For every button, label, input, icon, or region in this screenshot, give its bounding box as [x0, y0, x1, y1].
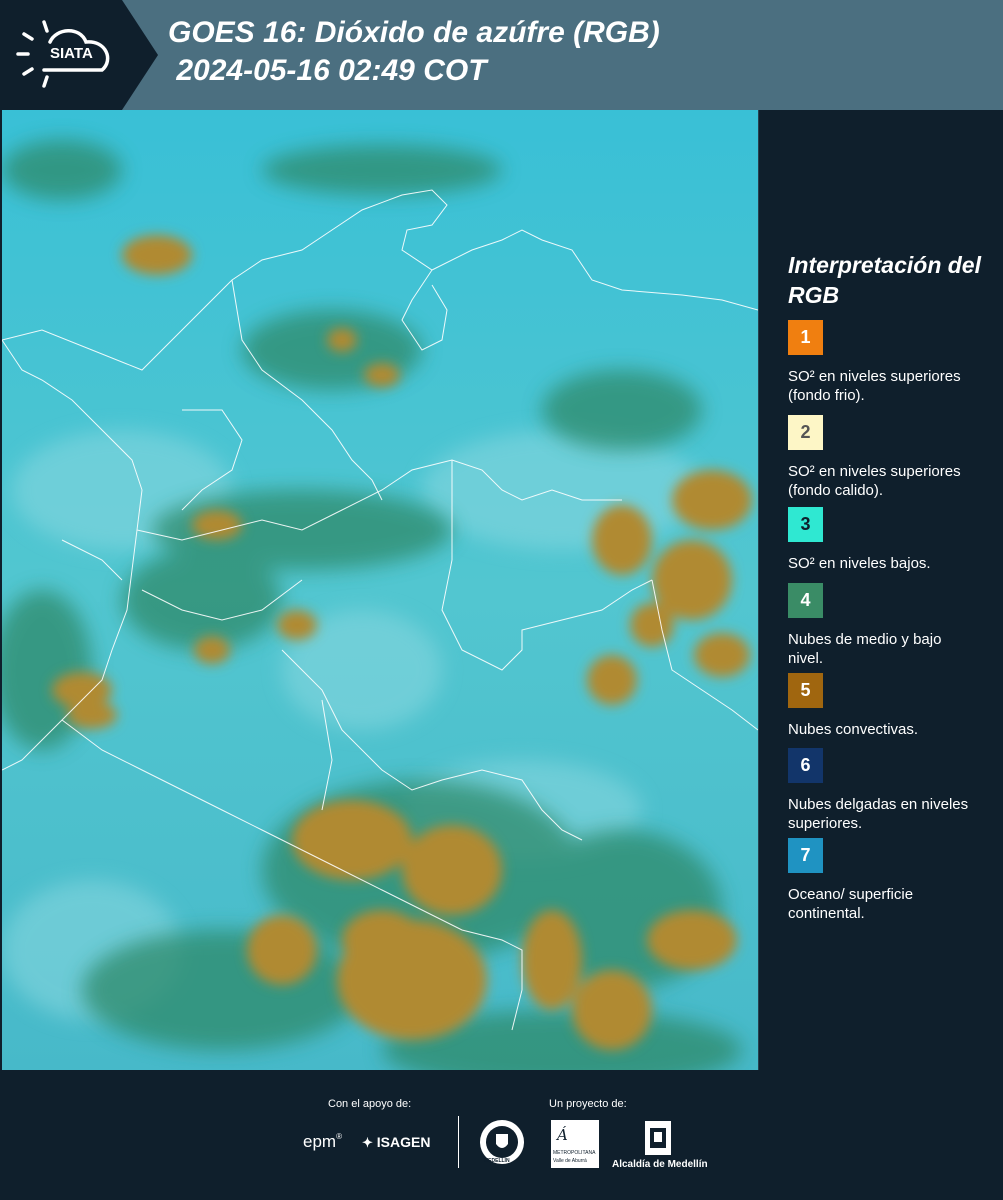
legend-item: 2 SO² en niveles superiores (fondo calido… — [788, 415, 978, 500]
title-line-2: 2024-05-16 02:49 COT — [168, 54, 487, 87]
legend-text: SO² en niveles bajos. — [788, 555, 931, 572]
legend-swatch: 3 — [788, 507, 823, 542]
isagen-icon: ✦ — [362, 1135, 373, 1150]
rgb-composite-image — [2, 110, 758, 1070]
legend-item: 1 SO² en niveles superiores (fondo frio). — [788, 320, 978, 405]
page-title: GOES 16: Dióxido de azúfre (RGB) 2024-05… — [168, 14, 660, 90]
area-script-icon: Á — [557, 1126, 568, 1144]
seal-text: MEDELLÍN — [484, 1158, 510, 1164]
legend-item: 5 Nubes convectivas. — [788, 673, 978, 739]
area-line2: Valle de Aburrá — [553, 1158, 587, 1164]
area-line1: METROPOLITANA — [553, 1150, 596, 1156]
isagen-text: ISAGEN — [376, 1134, 431, 1150]
epm-text: epm — [303, 1132, 337, 1151]
logo-text: SIATA — [50, 45, 93, 62]
legend-item: 3 SO² en niveles bajos. — [788, 507, 978, 573]
legend-text: Nubes convectivas. — [788, 721, 919, 738]
legend-item: 4 Nubes de medio y bajo nivel. — [788, 583, 978, 668]
legend-text: Oceano/ superficie continental. — [788, 886, 914, 922]
legend-swatch: 2 — [788, 415, 823, 450]
legend-item: 7 Oceano/ superficie continental. — [788, 838, 978, 923]
siata-logo: SIATA — [0, 0, 158, 110]
legend-swatch: 7 — [788, 838, 823, 873]
legend-swatch: 5 — [788, 673, 823, 708]
title-line-1: GOES 16: Dióxido de azúfre (RGB) — [168, 16, 660, 49]
legend-title: Interpretación del RGB — [788, 252, 981, 308]
legend-swatch: 1 — [788, 320, 823, 355]
support-label: Con el apoyo de: — [328, 1098, 412, 1110]
legend-panel: Interpretación del RGB 1 SO² en niveles s… — [760, 110, 1003, 1070]
header-bar: SIATA GOES 16: Dióxido de azúfre (RGB) 2… — [0, 0, 1003, 110]
legend-text: SO² en niveles superiores (fondo frio). — [788, 368, 961, 404]
alcaldia-shield-icon — [645, 1121, 671, 1155]
legend-swatch: 6 — [788, 748, 823, 783]
project-label: Un proyecto de: — [549, 1098, 627, 1110]
legend-swatch: 4 — [788, 583, 823, 618]
epm-logo: epm® — [303, 1132, 342, 1151]
legend-text: SO² en niveles superiores (fondo calido)… — [788, 463, 961, 499]
footer-divider — [458, 1116, 459, 1168]
legend-item: 6 Nubes delgadas en niveles superiores. — [788, 748, 978, 833]
legend-text: Nubes de medio y bajo nivel. — [788, 631, 942, 667]
legend-text: Nubes delgadas en niveles superiores. — [788, 796, 969, 832]
footer: Con el apoyo de: Un proyecto de: epm® ✦ … — [0, 1070, 1003, 1200]
satellite-map[interactable] — [2, 110, 759, 1070]
isagen-logo: ✦ ISAGEN — [362, 1134, 430, 1151]
alcaldia-text: Alcaldía de Medellín — [612, 1159, 708, 1170]
area-metropolitana-logo: Á METROPOLITANA Valle de Aburrá — [551, 1120, 599, 1168]
